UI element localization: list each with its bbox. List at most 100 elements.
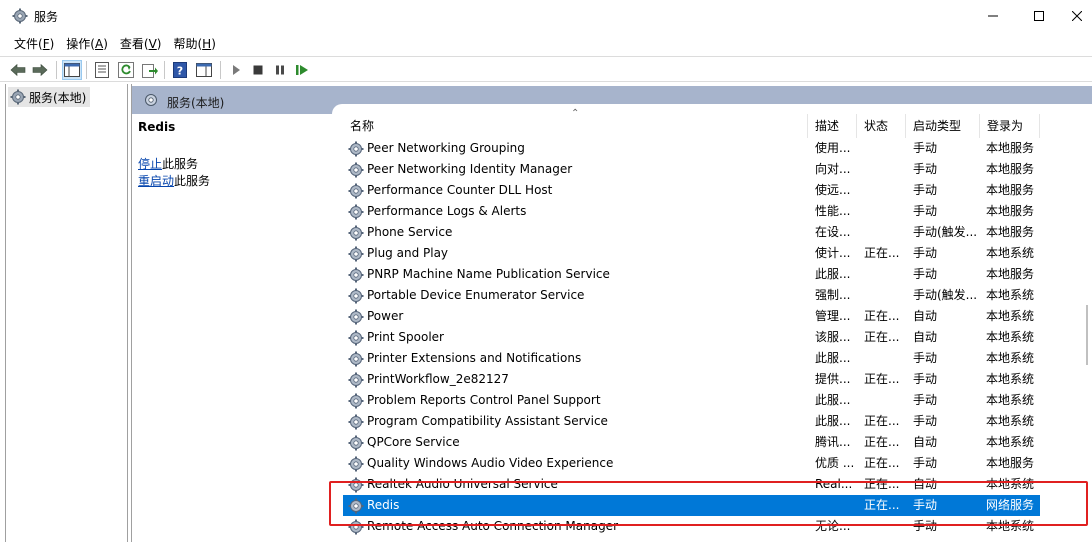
service-description: 使用... — [815, 141, 851, 155]
table-row[interactable]: QPCore Service 腾讯... 正在... 自动 本地系统 — [343, 432, 1040, 453]
service-gear-icon — [348, 246, 364, 261]
service-startup-type: 手动(触发... — [913, 225, 978, 239]
service-description: Real... — [815, 477, 853, 491]
service-description: 使远... — [815, 183, 851, 197]
pause-service-button[interactable] — [270, 60, 290, 80]
restart-service-link[interactable]: 重启动 — [138, 174, 174, 188]
service-description: 此服... — [815, 393, 851, 407]
service-name-cell: Quality Windows Audio Video Experience — [348, 453, 803, 474]
table-row[interactable]: Quality Windows Audio Video Experience 优质… — [343, 453, 1040, 474]
export-list-button[interactable] — [140, 60, 160, 80]
table-row[interactable]: Phone Service 在设... 手动(触发... 本地服务 — [343, 222, 1040, 243]
window-title: 服务 — [34, 10, 59, 24]
scrollbar-thumb[interactable] — [1086, 305, 1088, 365]
menu-help[interactable]: 帮助(H) — [167, 34, 221, 54]
column-header-log-on-as[interactable]: 登录为 — [980, 114, 1040, 138]
table-row[interactable]: Realtek Audio Universal Service Real... 正在… — [343, 474, 1040, 495]
table-row[interactable]: PNRP Machine Name Publication Service 此服.… — [343, 264, 1040, 285]
start-service-button[interactable] — [226, 60, 246, 80]
service-startup-type: 手动 — [913, 246, 938, 260]
service-description: 提供... — [815, 372, 851, 386]
service-gear-icon — [348, 141, 364, 156]
forward-button[interactable] — [30, 60, 50, 80]
table-row[interactable]: Print Spooler 该服... 正在... 自动 本地系统 — [343, 327, 1040, 348]
table-row[interactable]: Plug and Play 使计... 正在... 手动 本地系统 — [343, 243, 1040, 264]
table-row[interactable]: Performance Logs & Alerts 性能... 手动 本地服务 — [343, 201, 1040, 222]
service-description: 该服... — [815, 330, 851, 344]
table-row[interactable]: Program Compatibility Assistant Service 此… — [343, 411, 1040, 432]
service-startup-type: 自动 — [913, 435, 938, 449]
service-name: Phone Service — [367, 225, 453, 239]
column-header-name[interactable]: 名称 — [343, 114, 808, 138]
service-gear-icon — [348, 351, 364, 366]
service-startup-type: 自动 — [913, 330, 938, 344]
service-status — [864, 348, 908, 369]
table-row[interactable]: Portable Device Enumerator Service 强制... 手… — [343, 285, 1040, 306]
maximize-button[interactable] — [1016, 0, 1062, 32]
service-description: 管理... — [815, 309, 851, 323]
show-console-tree-button[interactable] — [62, 60, 82, 80]
service-startup-type: 手动 — [913, 204, 938, 218]
stop-service-link[interactable]: 停止 — [138, 157, 162, 171]
vertical-scrollbar[interactable] — [1082, 115, 1092, 542]
table-row[interactable]: Performance Counter DLL Host 使远... 手动 本地服务 — [343, 180, 1040, 201]
service-name-cell: Remote Access Auto Connection Manager — [348, 516, 803, 537]
service-description: 此服... — [815, 267, 851, 281]
menu-file[interactable]: 文件(F) — [8, 34, 60, 54]
service-gear-icon — [348, 372, 364, 387]
service-description: 使计... — [815, 246, 851, 260]
service-gear-icon — [348, 477, 364, 492]
service-startup-type: 手动 — [913, 141, 938, 155]
service-name: Power — [367, 309, 404, 323]
service-log-on-as: 本地服务 — [986, 267, 1035, 281]
stop-service-button[interactable] — [248, 60, 268, 80]
search-services-icon — [145, 94, 157, 106]
restart-service-button[interactable] — [292, 60, 312, 80]
service-name: PNRP Machine Name Publication Service — [367, 267, 610, 281]
service-gear-icon — [348, 204, 364, 219]
show-action-pane-button[interactable] — [194, 60, 214, 80]
service-name: Print Spooler — [367, 330, 444, 344]
help-button[interactable]: ? — [170, 60, 190, 80]
table-row[interactable]: PrintWorkflow_2e82127 提供... 正在... 手动 本地系统 — [343, 369, 1040, 390]
service-startup-type: 手动 — [913, 498, 938, 512]
refresh-button[interactable] — [116, 60, 136, 80]
table-row[interactable]: Problem Reports Control Panel Support 此服.… — [343, 390, 1040, 411]
service-log-on-as: 本地系统 — [986, 393, 1035, 407]
title-bar: 服务 — [0, 0, 1092, 32]
column-header-description[interactable]: 描述 — [808, 114, 857, 138]
menu-view[interactable]: 查看(V) — [114, 34, 168, 54]
table-row[interactable]: Printer Extensions and Notifications 此服..… — [343, 348, 1040, 369]
table-row[interactable]: Power 管理... 正在... 自动 本地系统 — [343, 306, 1040, 327]
service-gear-icon — [348, 309, 364, 324]
service-status — [864, 222, 908, 243]
service-name-cell: PNRP Machine Name Publication Service — [348, 264, 803, 285]
menu-bar: 文件(F) 操作(A) 查看(V) 帮助(H) — [0, 33, 1092, 55]
forward-arrow-icon — [32, 63, 48, 77]
minimize-icon — [988, 15, 998, 17]
service-status — [864, 159, 908, 180]
table-row[interactable]: Remote Access Auto Connection Manager 无论.… — [343, 516, 1040, 537]
service-name-cell: Performance Counter DLL Host — [348, 180, 803, 201]
service-name: Problem Reports Control Panel Support — [367, 393, 601, 407]
column-header-startup-type[interactable]: 启动类型 — [906, 114, 980, 138]
menu-action[interactable]: 操作(A) — [60, 34, 114, 54]
service-name: Plug and Play — [367, 246, 449, 260]
close-button[interactable] — [1062, 0, 1092, 32]
column-header-status[interactable]: 状态 — [857, 114, 906, 138]
properties-button[interactable] — [92, 60, 112, 80]
table-row-selected[interactable]: Redis 正在... 手动 网络服务 — [343, 495, 1040, 516]
service-gear-icon — [348, 519, 364, 534]
service-status: 正在... — [864, 330, 900, 344]
tree-item-services-local[interactable]: 服务(本地) — [8, 87, 91, 107]
service-name: Portable Device Enumerator Service — [367, 288, 585, 302]
table-row[interactable]: Peer Networking Grouping 使用... 手动 本地服务 — [343, 138, 1040, 159]
close-icon — [1072, 11, 1082, 21]
service-name-cell: Redis — [348, 495, 803, 516]
table-row[interactable]: Peer Networking Identity Manager 向对... 手动 本… — [343, 159, 1040, 180]
service-startup-type: 手动 — [913, 267, 938, 281]
help-icon: ? — [173, 62, 187, 78]
service-log-on-as: 本地系统 — [986, 519, 1035, 533]
minimize-button[interactable] — [970, 0, 1016, 32]
back-button[interactable] — [8, 60, 28, 80]
